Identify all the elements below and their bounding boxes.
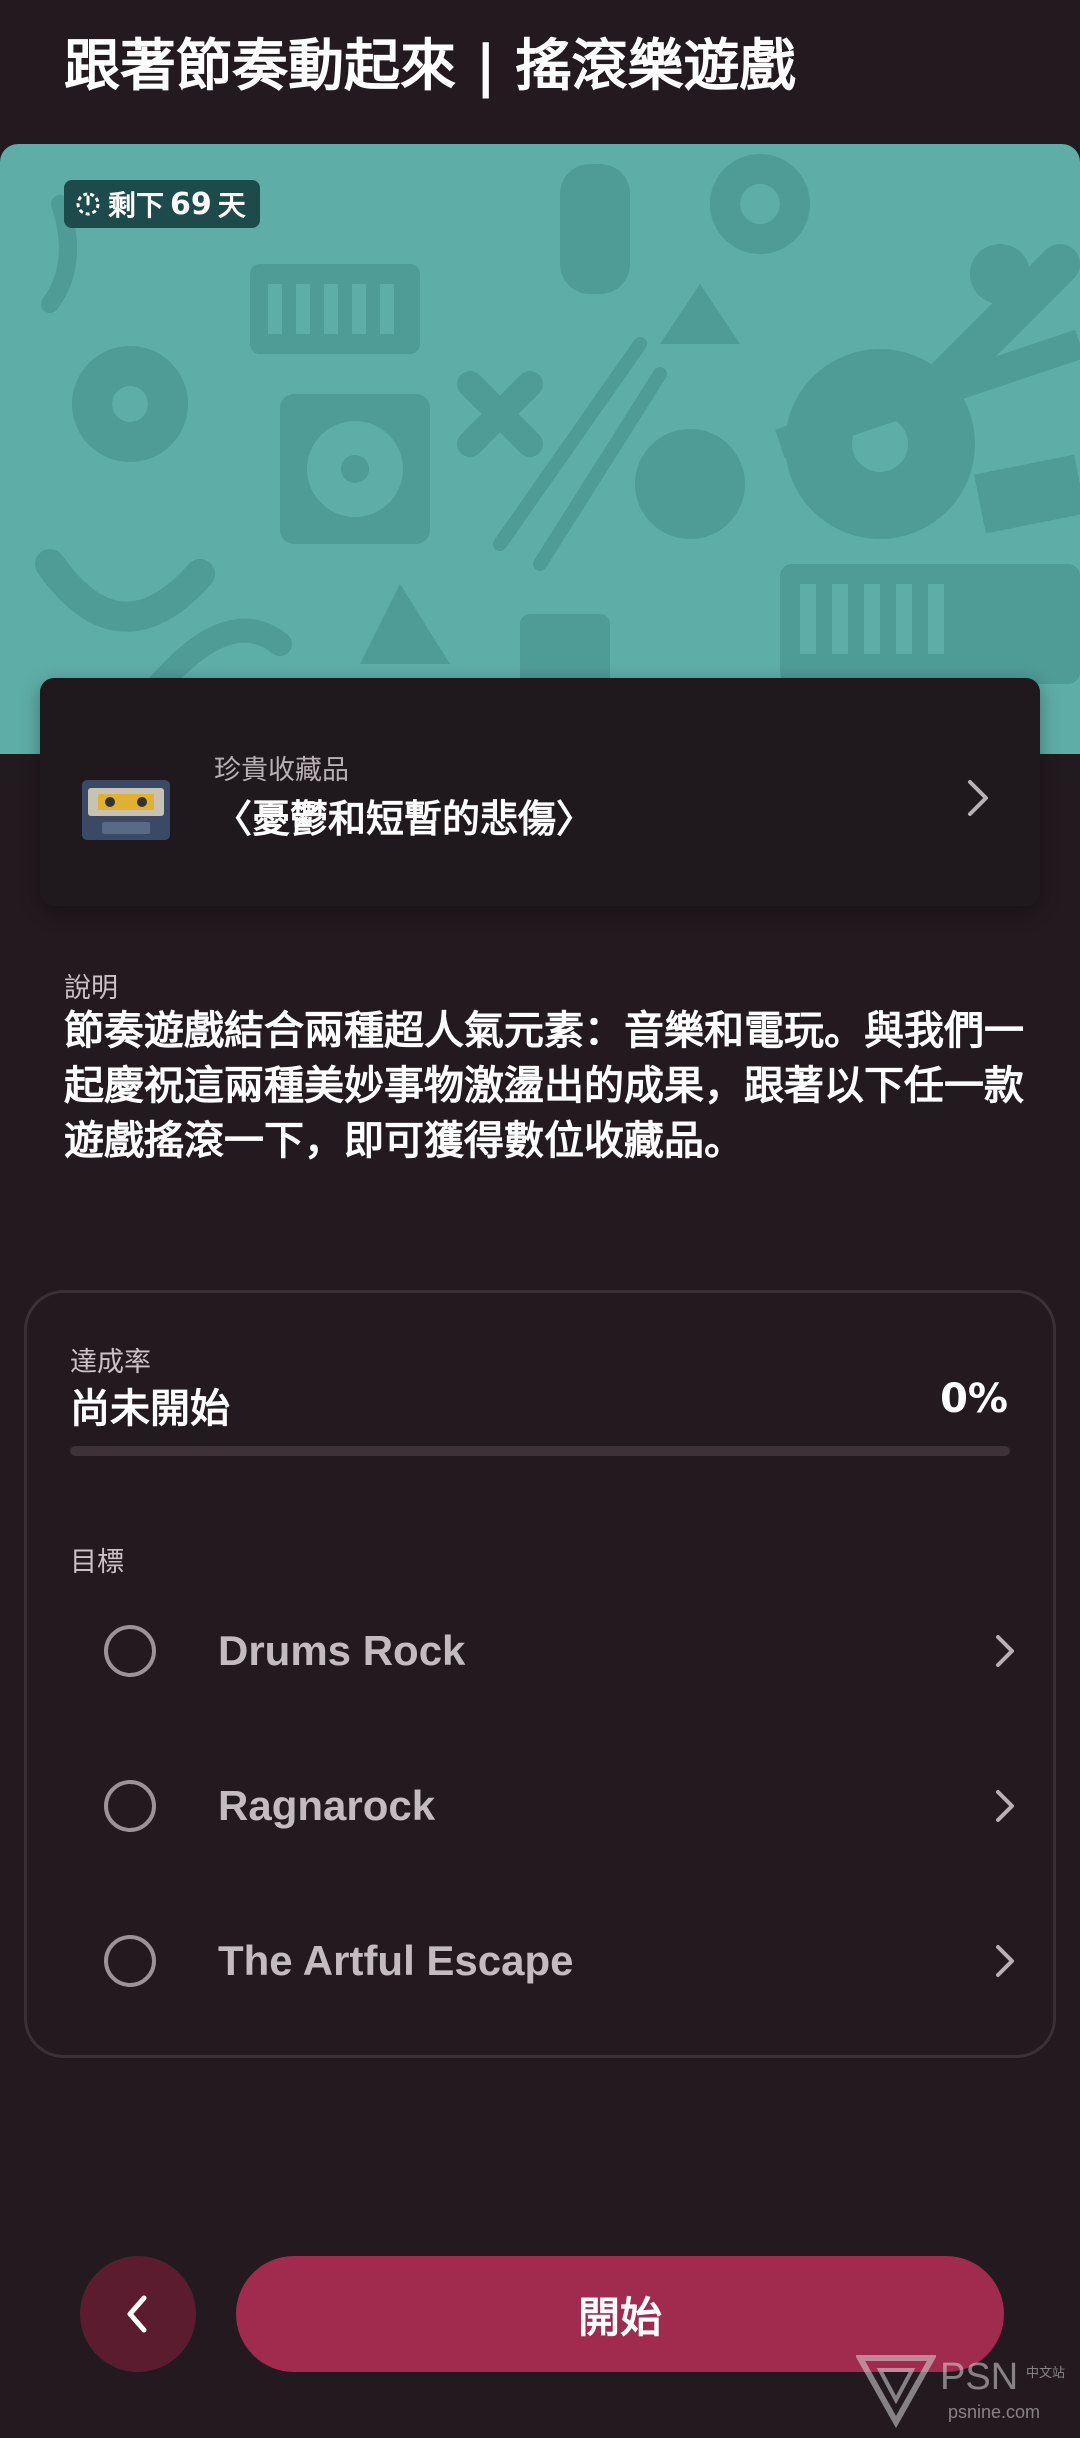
- watermark-brand: PSN: [940, 2356, 1019, 2398]
- description-text: 節奏遊戲結合兩種超人氣元素：音樂和電玩。與我們一起慶祝這兩種美妙事物激盪出的成果…: [64, 1008, 1024, 1164]
- chevron-right-icon: [996, 1790, 1014, 1822]
- watermark-url: psnine.com: [948, 2402, 1041, 2422]
- days-prefix: 剩下: [108, 189, 165, 222]
- timer-icon: [76, 192, 100, 216]
- chevron-right-icon: [968, 780, 988, 816]
- reward-card[interactable]: 珍貴收藏品 〈憂鬱和短暫的悲傷〉: [40, 678, 1040, 906]
- goal-item-the-artful-escape[interactable]: The Artful Escape: [70, 1906, 1030, 2016]
- watermark-logo: PSN 中文站 psnine.com: [854, 2350, 1066, 2429]
- music-pattern-illustration: [35, 154, 1080, 734]
- goal-item-ragnarock[interactable]: Ragnarock: [70, 1751, 1030, 1861]
- days-suffix: 天: [217, 189, 246, 222]
- goal-name: Drums Rock: [218, 1627, 466, 1674]
- chevron-right-icon: [996, 1635, 1014, 1667]
- goal-name: The Artful Escape: [218, 1937, 574, 1984]
- goal-item-drums-rock[interactable]: Drums Rock: [70, 1596, 1030, 1706]
- completion-percent: 0%: [940, 1376, 1008, 1422]
- days-count: 69: [170, 186, 212, 222]
- cassette-tape-icon: [82, 780, 170, 840]
- back-button[interactable]: [80, 2256, 196, 2372]
- description-label: 說明: [64, 973, 118, 1004]
- hero-banner: [0, 144, 1080, 754]
- goal-status-circle-icon: [104, 1780, 156, 1832]
- completion-rate-label: 達成率: [70, 1347, 151, 1378]
- completion-status: 尚未開始: [70, 1386, 230, 1432]
- goal-name: Ragnarock: [218, 1782, 436, 1829]
- chevron-right-icon: [996, 1945, 1014, 1977]
- goal-status-circle-icon: [104, 1935, 156, 1987]
- page-title: 跟著節奏動起來 | 搖滾樂遊戲: [64, 34, 796, 99]
- watermark-sub: 中文站: [1026, 2366, 1066, 2381]
- days-remaining-badge: 剩下 69 天: [64, 180, 260, 228]
- goal-status-circle-icon: [104, 1625, 156, 1677]
- reward-name: 〈憂鬱和短暫的悲傷〉: [214, 797, 595, 841]
- chevron-left-icon: [127, 2295, 147, 2333]
- goals-label: 目標: [70, 1547, 124, 1578]
- psnine-logo-icon: [854, 2355, 938, 2429]
- progress-bar: [70, 1446, 1010, 1456]
- reward-type-label: 珍貴收藏品: [214, 755, 349, 786]
